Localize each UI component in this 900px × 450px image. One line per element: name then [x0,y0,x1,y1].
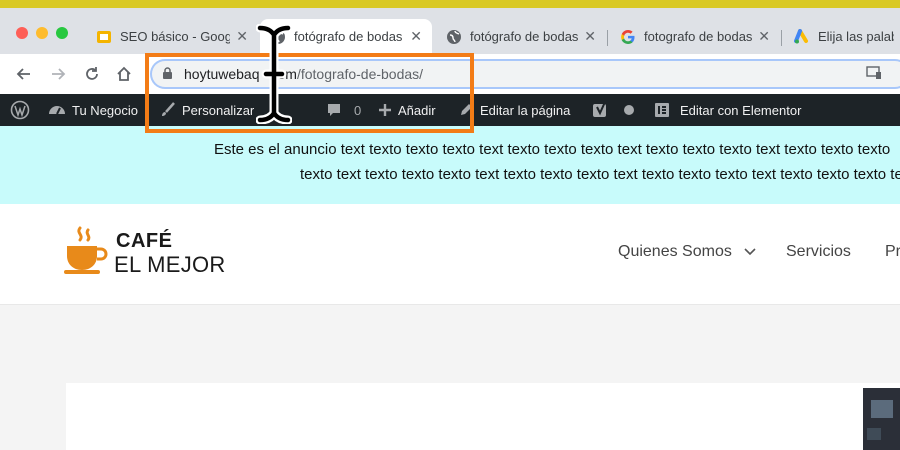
photo-detail [871,400,893,418]
back-button[interactable] [12,62,36,86]
google-g-icon [620,29,636,45]
yoast-icon [593,101,606,117]
tab-title: Elija las palabras [818,29,894,44]
announcement-line-1: Este es el anuncio text texto texto text… [214,141,891,158]
nav-item-partial[interactable]: Pr [885,243,900,261]
tab-bar: SEO básico - Goog ✕ fotógrafo de bodas ✕… [0,8,900,54]
arrow-left-icon [16,68,30,80]
tab-fotografo-google[interactable]: fotografo de bodas ✕ [610,19,780,54]
arrow-right-icon [52,68,66,80]
forward-button[interactable] [46,62,70,86]
tab-elija-palabras[interactable]: Elija las palabras [784,19,900,54]
zoom-window-button[interactable] [56,27,68,39]
reload-button[interactable] [80,62,104,86]
browser-window: SEO básico - Goog ✕ fotógrafo de bodas ✕… [0,8,900,450]
reload-icon [86,67,98,80]
google-ads-icon [794,28,810,45]
tab-seo-basico[interactable]: SEO básico - Goog ✕ [86,19,258,54]
nav-label: Quienes Somos [618,243,732,260]
coffee-cup-icon[interactable] [64,226,110,281]
text-cursor-icon [255,23,293,129]
tab-separator [781,30,782,46]
page-content: Este es el anuncio text texto texto text… [0,126,900,450]
close-window-button[interactable] [16,27,28,39]
edit-page-label: Editar la página [480,102,571,118]
nav-label: Servicios [786,243,851,260]
logo-title[interactable]: CAFÉ [116,230,172,253]
cast-icon[interactable] [866,66,882,85]
home-button[interactable] [112,62,136,86]
globe-icon [446,29,462,45]
tab-separator [607,30,608,46]
content-card [66,383,900,450]
close-tab-icon[interactable]: ✕ [758,28,770,45]
tab-fotografo-2[interactable]: fotógrafo de bodas ✕ [436,19,606,54]
minimize-window-button[interactable] [36,27,48,39]
wordpress-icon [10,100,30,120]
url-highlight-box [145,53,474,133]
tab-title: fotógrafo de bodas [294,29,403,44]
nav-label: Pr [885,243,900,260]
close-tab-icon[interactable]: ✕ [410,28,422,45]
wordpress-logo-button[interactable] [10,94,36,126]
elementor-icon [655,103,669,117]
logo-subtitle[interactable]: EL MEJOR [114,252,226,278]
site-header: CAFÉ EL MEJOR Quienes Somos Servicios Pr [0,204,900,305]
home-icon [117,66,131,81]
close-tab-icon[interactable]: ✕ [236,28,248,45]
edit-elementor-label: Editar con Elementor [680,102,802,118]
tab-title: fotografo de bodas [644,29,753,44]
hero-photo [863,388,900,450]
close-tab-icon[interactable]: ✕ [584,28,596,45]
yoast-seo-button[interactable] [592,94,634,126]
dashboard-icon [49,106,65,115]
edit-elementor-button[interactable]: Editar con Elementor [654,94,801,126]
nav-item-quienes-somos[interactable]: Quienes Somos [618,243,756,261]
tab-title: fotógrafo de bodas [470,29,579,44]
site-name-button[interactable]: Tu Negocio [48,94,138,126]
tab-title: SEO básico - Goog [120,29,231,44]
google-slides-icon [96,29,112,45]
announcement-line-2: texto text texto texto texto text texto … [300,166,900,183]
seo-score-dot [624,105,634,115]
announcement-bar: Este es el anuncio text texto texto text… [0,126,900,204]
edit-page-button[interactable]: Editar la página [458,94,570,126]
desktop-top-strip [0,0,900,8]
photo-detail [867,428,881,440]
nav-item-servicios[interactable]: Servicios [786,243,851,261]
chevron-down-icon [744,248,756,256]
site-name-label: Tu Negocio [72,102,138,118]
